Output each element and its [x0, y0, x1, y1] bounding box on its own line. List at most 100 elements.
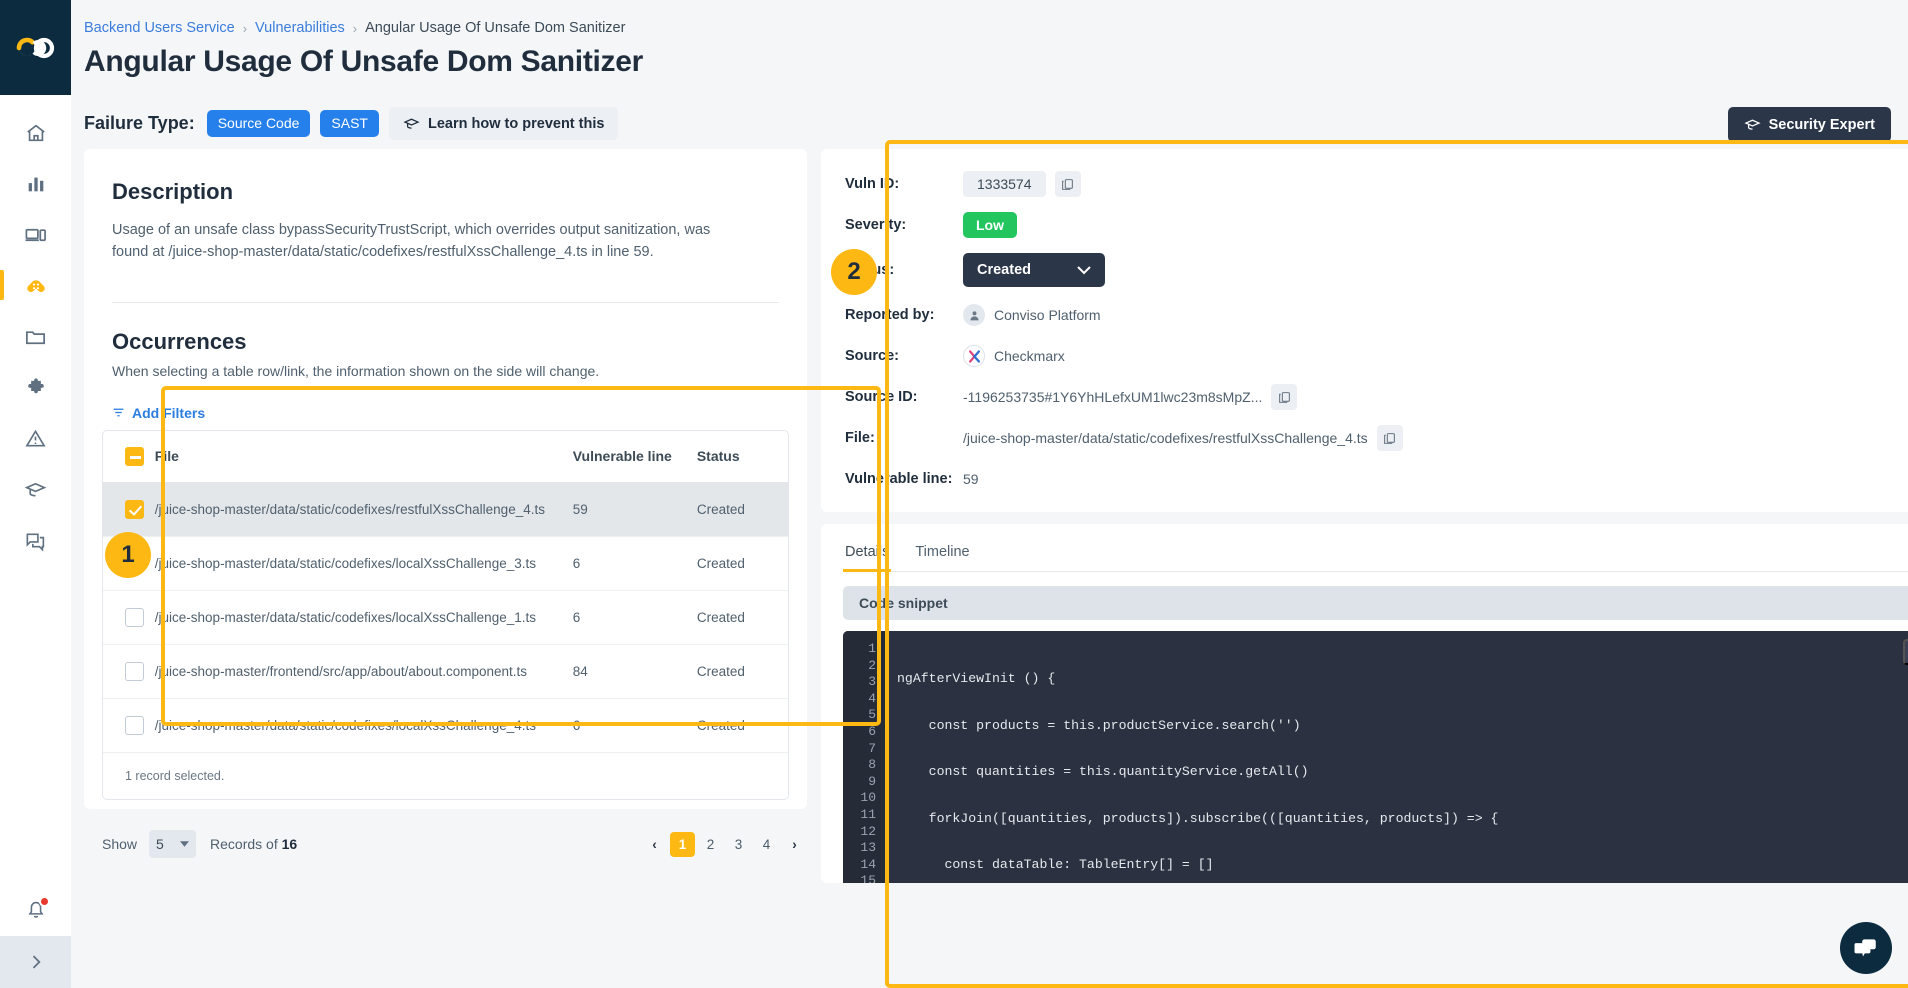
sidebar-item-messages[interactable]	[0, 515, 71, 566]
records-selected-label: 1 record selected.	[125, 768, 225, 783]
left-rail	[0, 0, 71, 988]
row-checkbox[interactable]	[125, 715, 144, 735]
avatar	[963, 304, 985, 326]
code-content[interactable]: ngAfterViewInit () { const products = th…	[885, 631, 1908, 883]
description-block: Description Usage of an unsafe class byp…	[84, 149, 807, 264]
reported-by-value-group: Conviso Platform	[963, 304, 1101, 326]
field-severity: Severity: Low	[845, 212, 1908, 238]
column-header-vulnerable-line[interactable]: Vulnerable line	[572, 430, 697, 483]
line-number: 7	[868, 740, 876, 756]
copy-source-id-button[interactable]	[1271, 384, 1298, 410]
cell-vulnerable-line: 84	[572, 644, 697, 699]
chip-source-code[interactable]: Source Code	[206, 110, 311, 137]
tab-timeline[interactable]: Timeline	[913, 538, 971, 572]
sidebar-item-analytics[interactable]	[0, 158, 71, 209]
row-checkbox[interactable]	[125, 661, 144, 681]
failure-type-label: Failure Type:	[84, 113, 195, 133]
chat-widget-icon[interactable]	[1840, 922, 1892, 974]
cell-file[interactable]: /juice-shop-master/data/static/codefixes…	[154, 590, 573, 645]
tab-details[interactable]: Details	[843, 538, 892, 572]
sidebar-item-alerts[interactable]	[0, 413, 71, 464]
cell-file[interactable]: /juice-shop-master/data/static/codefixes…	[154, 536, 573, 591]
notifications-bell-icon[interactable]	[0, 882, 71, 936]
sidebar-item-home[interactable]	[0, 107, 71, 158]
line-number: 8	[868, 757, 876, 773]
pagination-page-1[interactable]: 1	[670, 831, 695, 857]
line-number: 6	[868, 723, 876, 739]
notification-badge-dot	[39, 896, 50, 907]
cell-file[interactable]: /juice-shop-master/data/static/codefixes…	[154, 482, 573, 537]
pagination-page-2[interactable]: 2	[698, 832, 723, 857]
assets-devices-icon	[25, 228, 46, 242]
copy-icon	[1278, 391, 1290, 403]
graduation-cap-icon	[24, 482, 47, 497]
select-all-checkbox[interactable]	[125, 446, 144, 466]
cell-status: Created	[696, 590, 788, 645]
table-row[interactable]: /juice-shop-master/data/static/codefixes…	[103, 698, 788, 753]
copy-vuln-id-button[interactable]	[1054, 171, 1081, 197]
code-line: const products = this.productService.sea…	[897, 717, 1301, 733]
cell-vulnerable-line: 6	[572, 536, 697, 591]
code-snippet-box: 1 2 3 4 5 6 7 8 9 10 11 12 13 14 15 ngAf…	[843, 631, 1908, 883]
page-size-select[interactable]: 5	[149, 830, 197, 858]
status-dropdown[interactable]: Created	[963, 253, 1105, 287]
breadcrumb-root[interactable]: Backend Users Service	[84, 20, 235, 36]
security-expert-button[interactable]: Security Expert	[1727, 107, 1891, 142]
line-number: 3	[868, 674, 876, 690]
sidebar-item-integrations[interactable]	[0, 362, 71, 413]
table-body: /juice-shop-master/data/static/codefixes…	[103, 482, 788, 753]
pagination-prev[interactable]: ‹	[642, 832, 667, 857]
column-header-file[interactable]: File	[154, 430, 573, 483]
row-select-cell	[103, 590, 155, 645]
graduation-cap-icon	[403, 118, 420, 129]
sidebar-item-assets[interactable]	[0, 209, 71, 260]
puzzle-piece-icon	[27, 377, 44, 393]
occurrences-table-wrapper: File Vulnerable line Status /juice-shop-…	[102, 429, 789, 800]
pagination-page-3[interactable]: 3	[726, 832, 751, 857]
line-number: 15	[860, 873, 876, 883]
code-line: const dataTable: TableEntry[] = []	[897, 857, 1214, 873]
sidebar-item-projects[interactable]	[0, 311, 71, 362]
cell-vulnerable-line: 59	[572, 482, 697, 537]
expand-sidebar-icon[interactable]	[0, 936, 71, 988]
cell-file[interactable]: /juice-shop-master/frontend/src/app/abou…	[154, 644, 573, 699]
pagination-page-4[interactable]: 4	[754, 832, 779, 857]
occurrences-table: File Vulnerable line Status /juice-shop-…	[103, 430, 788, 753]
security-expert-label: Security Expert	[1768, 116, 1875, 133]
table-row[interactable]: /juice-shop-master/data/static/codefixes…	[103, 590, 788, 645]
severity-value-group: Low	[963, 212, 1017, 238]
sidebar-item-vulnerabilities[interactable]	[0, 260, 71, 311]
sidebar-item-education[interactable]	[0, 464, 71, 515]
chip-sast[interactable]: SAST	[320, 110, 379, 137]
chat-bubbles-icon	[1854, 939, 1876, 957]
column-header-status[interactable]: Status	[696, 430, 788, 483]
code-snippet-accordion-header[interactable]: Code snippet	[843, 586, 1908, 620]
copy-code-button[interactable]	[1903, 639, 1908, 665]
cell-file[interactable]: /juice-shop-master/data/static/codefixes…	[154, 698, 573, 753]
learn-how-to-prevent-button[interactable]: Learn how to prevent this	[389, 107, 619, 140]
show-label: Show	[102, 836, 138, 852]
table-row[interactable]: /juice-shop-master/data/static/codefixes…	[103, 536, 788, 591]
breadcrumb-vulnerabilities[interactable]: Vulnerabilities	[255, 20, 345, 36]
row-checkbox[interactable]	[125, 607, 144, 627]
add-filters-button[interactable]: Add Filters	[112, 405, 205, 421]
conviso-logo[interactable]	[0, 0, 71, 95]
learn-button-label: Learn how to prevent this	[428, 115, 605, 132]
panel-tabs: Details Timeline	[843, 538, 1908, 572]
description-heading: Description	[112, 179, 234, 204]
copy-icon	[1062, 178, 1073, 190]
row-checkbox[interactable]	[125, 499, 144, 519]
table-row[interactable]: /juice-shop-master/data/static/codefixes…	[103, 482, 788, 537]
line-number: 9	[868, 773, 876, 789]
table-row[interactable]: /juice-shop-master/frontend/src/app/abou…	[103, 644, 788, 699]
field-vuln-id: Vuln ID: 1333574	[845, 171, 1908, 197]
user-icon	[969, 310, 979, 320]
pagination-next[interactable]: ›	[782, 832, 807, 857]
copy-file-button[interactable]	[1376, 425, 1403, 451]
checkmarx-logo-icon	[963, 345, 985, 367]
records-of-label: Records of 16	[210, 836, 297, 852]
total-records: 16	[281, 836, 298, 852]
field-source: Source: Checkmarx	[845, 343, 1908, 369]
line-number: 11	[860, 806, 876, 822]
cell-vulnerable-line: 6	[572, 698, 697, 753]
